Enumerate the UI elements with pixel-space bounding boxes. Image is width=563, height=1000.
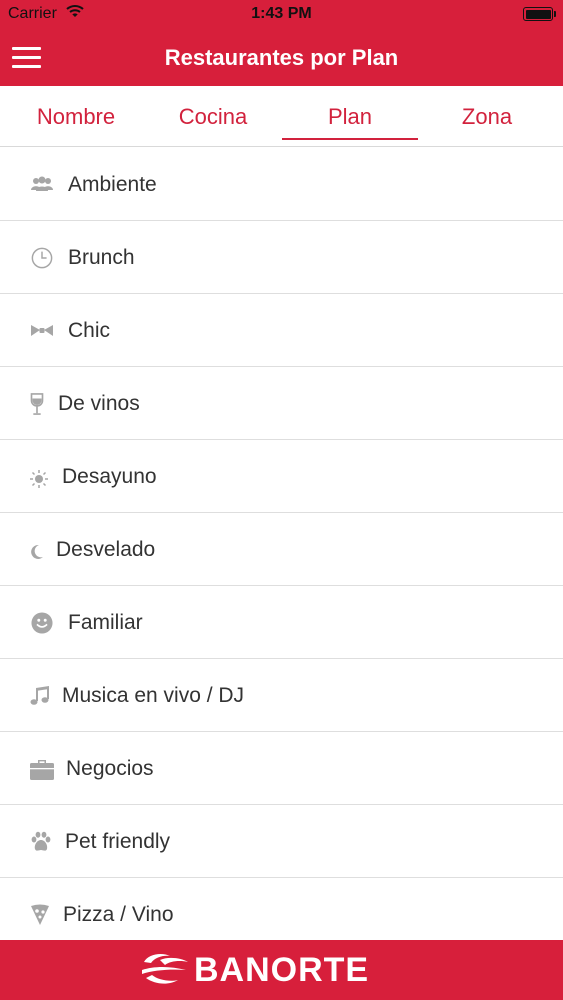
briefcase-icon: [30, 758, 54, 780]
brand-name: BANORTE: [194, 950, 370, 989]
footer-banner: BANORTE: [0, 940, 563, 1000]
list-item-musica-en-vivo[interactable]: Musica en vivo / DJ: [0, 659, 563, 732]
clock-time: 1:43 PM: [251, 5, 312, 22]
list-item-desayuno[interactable]: Desayuno: [0, 440, 563, 513]
list-item-de-vinos[interactable]: De vinos: [0, 367, 563, 440]
wine-glass-icon: [28, 393, 46, 415]
list-item-label: De vinos: [58, 392, 140, 415]
music-note-icon: [30, 685, 50, 707]
list-item-ambiente[interactable]: Ambiente: [0, 148, 563, 221]
list-item-desvelado[interactable]: Desvelado: [0, 513, 563, 586]
tab-zona[interactable]: Zona: [419, 86, 555, 146]
smiley-icon: [30, 612, 54, 634]
tab-bar: Nombre Cocina Plan Zona: [0, 86, 563, 147]
list-item-label: Chic: [68, 319, 111, 342]
tab-cocina[interactable]: Cocina: [145, 86, 281, 146]
list-item-label: Ambiente: [68, 173, 157, 196]
list-item-brunch[interactable]: Brunch: [0, 221, 563, 294]
pizza-slice-icon: [30, 904, 50, 926]
bow-tie-icon: [30, 320, 54, 342]
list-item-chic[interactable]: Chic: [0, 294, 563, 367]
tab-plan[interactable]: Plan: [282, 86, 418, 146]
list-item-label: Pizza / Vino: [63, 903, 174, 926]
brand-logo: BANORTE: [140, 949, 369, 991]
paw-icon: [30, 831, 52, 853]
battery-icon: [523, 7, 556, 21]
plan-list: Ambiente Brunch Chic De vinos Desayuno D…: [0, 148, 563, 951]
tab-nombre[interactable]: Nombre: [8, 86, 144, 146]
nav-bar: Restaurantes por Plan: [0, 30, 563, 86]
page-title: Restaurantes por Plan: [164, 45, 399, 70]
people-icon: [30, 174, 54, 196]
list-item-label: Pet friendly: [65, 830, 171, 853]
banorte-logo-icon: [142, 954, 188, 984]
list-item-label: Brunch: [68, 246, 135, 269]
list-item-pet-friendly[interactable]: Pet friendly: [0, 805, 563, 878]
list-item-label: Desvelado: [56, 538, 156, 561]
status-bar: Carrier 1:43 PM: [0, 0, 563, 30]
sun-icon: [30, 468, 48, 490]
list-item-negocios[interactable]: Negocios: [0, 732, 563, 805]
list-item-label: Negocios: [66, 757, 154, 780]
clock-icon: [30, 247, 54, 269]
moon-icon: [30, 541, 44, 563]
list-item-label: Familiar: [68, 611, 143, 634]
list-item-label: Desayuno: [62, 465, 157, 488]
list-item-familiar[interactable]: Familiar: [0, 586, 563, 659]
list-item-label: Musica en vivo / DJ: [62, 684, 245, 707]
